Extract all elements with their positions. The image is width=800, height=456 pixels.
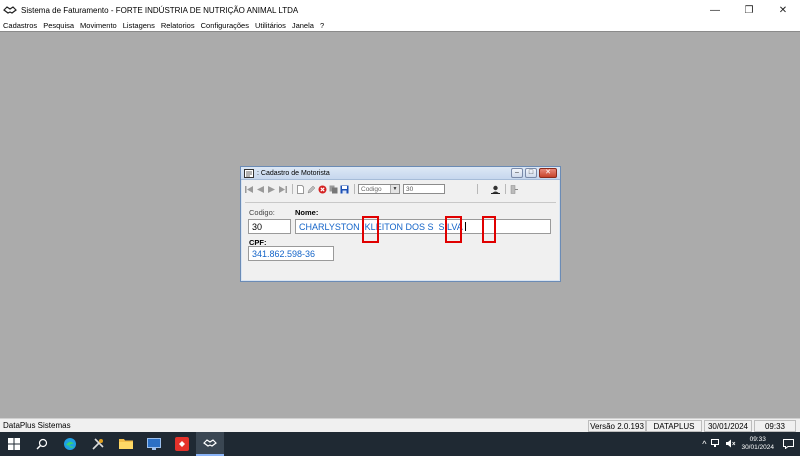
previous-record-icon[interactable]: [256, 185, 265, 194]
edge-browser-icon[interactable]: [56, 432, 84, 456]
status-time: 09:33: [754, 420, 796, 432]
codigo-field[interactable]: 30: [248, 219, 291, 234]
copy-record-icon[interactable]: [329, 185, 338, 194]
clock-date: 30/01/2024: [741, 444, 774, 451]
toolbar-separator: [505, 184, 506, 194]
window-title: Sistema de Faturamento - FORTE INDÚSTRIA…: [21, 5, 299, 15]
form-icon: [244, 168, 254, 178]
search-icon[interactable]: [28, 432, 56, 456]
child-title: : Cadastro de Motorista: [257, 169, 330, 177]
search-field-select[interactable]: Codigo ▼: [358, 184, 400, 194]
status-bar: DataPlus Sistemas Versão 2.0.193 DATAPLU…: [0, 418, 800, 432]
tools-app-icon[interactable]: [84, 432, 112, 456]
form-panel: Codigo: Nome: 30 CHARLYSTON KLEITON DOS …: [245, 202, 556, 276]
child-minimize-button[interactable]: –: [511, 168, 523, 178]
status-date: 30/01/2024: [704, 420, 752, 432]
menu-configuracoes[interactable]: Configurações: [201, 21, 249, 30]
user-icon[interactable]: [491, 185, 500, 194]
text-caret: [464, 222, 466, 231]
child-titlebar: : Cadastro de Motorista – □ ✕: [241, 167, 560, 180]
menu-bar: Cadastros Pesquisa Movimento Listagens R…: [0, 20, 800, 31]
codigo-label: Codigo:: [249, 208, 275, 217]
last-record-icon[interactable]: [278, 185, 287, 194]
status-company-text: DataPlus Sistemas: [3, 421, 71, 430]
status-version: Versão 2.0.193: [588, 420, 646, 432]
menu-janela[interactable]: Janela: [292, 21, 314, 30]
restore-button[interactable]: ❐: [732, 0, 766, 20]
record-toolbar: Codigo ▼ 30: [245, 183, 556, 195]
menu-pesquisa[interactable]: Pesquisa: [43, 21, 74, 30]
anydesk-icon[interactable]: [168, 432, 196, 456]
exit-door-icon[interactable]: [509, 184, 518, 194]
remote-desktop-icon[interactable]: [140, 432, 168, 456]
system-tray: ^ 09:33 30/01/2024: [702, 432, 800, 456]
close-button[interactable]: ✕: [766, 0, 800, 20]
menu-movimento[interactable]: Movimento: [80, 21, 117, 30]
volume-icon[interactable]: [726, 439, 736, 450]
child-close-button[interactable]: ✕: [539, 168, 557, 178]
highlight-box: [362, 216, 379, 243]
cpf-field[interactable]: 341.862.598-36: [248, 246, 334, 261]
tray-expand-icon[interactable]: ^: [702, 439, 706, 449]
cadastro-motorista-window: : Cadastro de Motorista – □ ✕ Codigo ▼ 3…: [240, 166, 561, 282]
toolbar-separator: [354, 184, 355, 194]
menu-relatorios[interactable]: Relatorios: [161, 21, 195, 30]
app-handshake-icon[interactable]: [3, 4, 17, 16]
delete-record-icon[interactable]: [318, 185, 327, 194]
child-maximize-button[interactable]: □: [525, 168, 537, 178]
highlight-box: [482, 216, 496, 243]
highlight-box: [445, 216, 462, 243]
taskbar-clock[interactable]: 09:33 30/01/2024: [741, 436, 774, 452]
status-user: DATAPLUS: [646, 420, 702, 432]
toolbar-separator: [292, 184, 293, 194]
faturamento-app-icon[interactable]: [196, 432, 224, 456]
clock-time: 09:33: [749, 436, 766, 443]
save-record-icon[interactable]: [340, 185, 349, 194]
taskbar: ^ 09:33 30/01/2024: [0, 432, 800, 456]
next-record-icon[interactable]: [267, 185, 276, 194]
menu-cadastros[interactable]: Cadastros: [3, 21, 37, 30]
menu-help[interactable]: ?: [320, 21, 324, 30]
app-titlebar: Sistema de Faturamento - FORTE INDÚSTRIA…: [0, 0, 800, 20]
first-record-icon[interactable]: [245, 185, 254, 194]
nome-label: Nome:: [295, 208, 319, 217]
notification-icon[interactable]: [780, 436, 796, 452]
edit-record-icon[interactable]: [307, 185, 316, 194]
search-value-input[interactable]: 30: [403, 184, 445, 194]
nome-field[interactable]: CHARLYSTON KLEITON DOS S SILVA: [295, 219, 551, 234]
network-icon[interactable]: [711, 438, 721, 450]
minimize-button[interactable]: —: [698, 0, 732, 20]
file-explorer-icon[interactable]: [112, 432, 140, 456]
menu-utilitarios[interactable]: Utilitários: [255, 21, 286, 30]
new-record-icon[interactable]: [296, 184, 305, 194]
menu-listagens[interactable]: Listagens: [123, 21, 155, 30]
toolbar-separator: [477, 184, 478, 194]
chevron-down-icon[interactable]: ▼: [390, 185, 399, 193]
start-windows-icon[interactable]: [0, 432, 28, 456]
